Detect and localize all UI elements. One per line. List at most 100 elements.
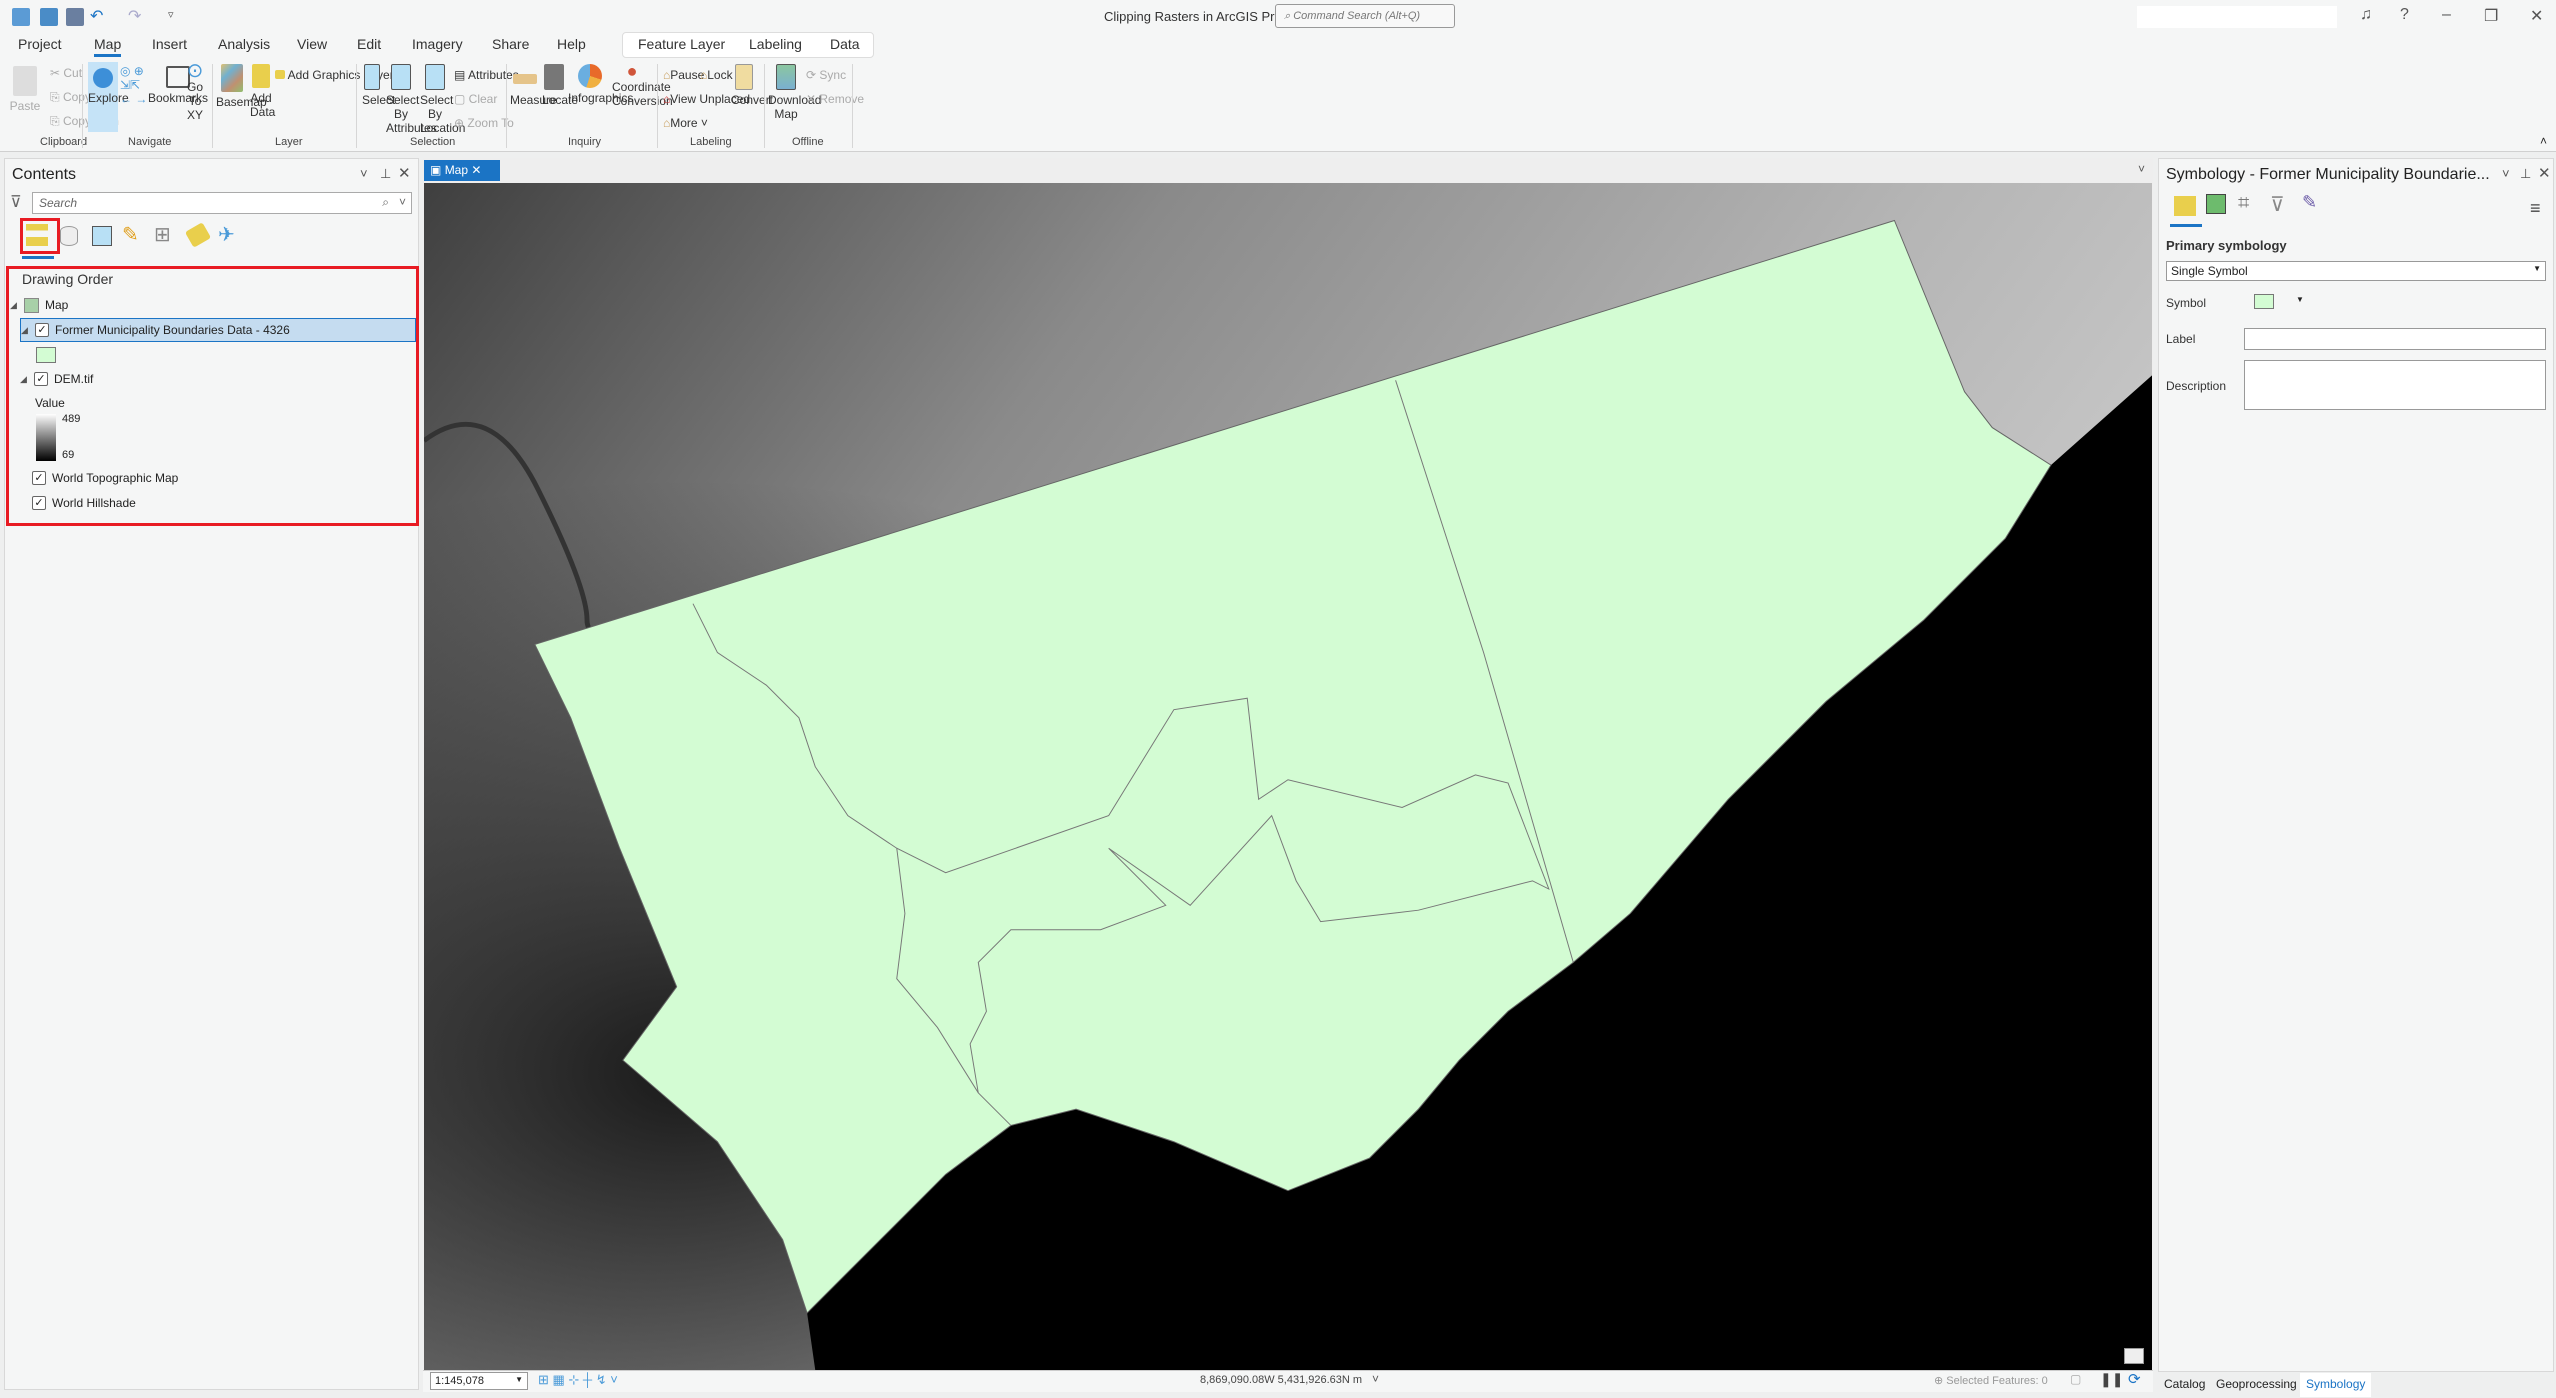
clear-selection-icon[interactable]: ▢ <box>2070 1372 2081 1386</box>
tab-project[interactable]: Project <box>18 36 62 52</box>
display-filters-icon[interactable]: ✎ <box>2302 192 2317 213</box>
vary-symbology-icon[interactable] <box>2206 194 2226 214</box>
command-search-input[interactable]: ⌕ Command Search (Alt+Q) <box>1275 4 1455 28</box>
paste-button[interactable]: Paste <box>8 66 42 113</box>
expand-icon[interactable]: ◢ <box>21 325 35 336</box>
minimize-icon[interactable]: – <box>2442 6 2451 24</box>
tab-map[interactable]: Map <box>94 36 122 57</box>
tab-share[interactable]: Share <box>492 36 529 52</box>
notification-icon[interactable]: ♫ <box>2360 6 2372 24</box>
toc-layer-dem[interactable]: ◢ ✓ DEM.tif <box>20 368 93 390</box>
tab-map-view[interactable]: ▣ Map ✕ <box>424 160 500 181</box>
go-to-xy-button[interactable]: ⊙ Go To XY <box>184 61 206 122</box>
symbol-layer-drawing-icon[interactable]: ⌗ <box>2238 192 2249 215</box>
label-input[interactable] <box>2244 328 2546 350</box>
tab-geoprocessing[interactable]: Geoprocessing <box>2216 1377 2297 1391</box>
measure-button[interactable]: Measure <box>510 64 557 107</box>
list-by-snapping-icon[interactable]: ⊞ <box>154 222 171 247</box>
cut-button[interactable]: ✂ Cut <box>50 66 82 80</box>
restore-icon[interactable]: ❐ <box>2484 6 2498 26</box>
selected-features-count[interactable]: ⊕ Selected Features: 0 <box>1934 1374 2048 1387</box>
zoom-to-button[interactable]: ⊕ Zoom To <box>454 116 514 130</box>
collapse-ribbon-icon[interactable]: ˄ <box>2540 134 2547 148</box>
toc-layer-topographic[interactable]: ✓ World Topographic Map <box>32 467 178 489</box>
pause-labeling-button[interactable]: ⌂Pause <box>663 68 704 82</box>
tab-labeling[interactable]: Labeling <box>749 36 802 52</box>
layer-checkbox[interactable]: ✓ <box>35 323 49 337</box>
locate-button[interactable]: Locate <box>542 64 578 107</box>
contents-search-input[interactable]: Search ⌕ ˅ <box>32 192 412 214</box>
convert-button[interactable]: Convert <box>731 64 773 107</box>
undo-icon[interactable]: ↶ <box>90 6 103 26</box>
symbol-dropdown-icon[interactable]: ▼ <box>2296 295 2304 304</box>
close-window-icon[interactable]: ✕ <box>2530 6 2543 26</box>
pause-drawing-icon[interactable]: ❚❚ <box>2100 1371 2123 1388</box>
polygon-symbol-swatch[interactable] <box>36 347 56 363</box>
expand-icon[interactable]: ◢ <box>10 300 24 311</box>
pin-icon[interactable]: ⊥ <box>2520 166 2531 182</box>
clear-button[interactable]: ▢ Clear <box>454 92 497 106</box>
close-pane-icon[interactable]: ✕ <box>398 164 411 182</box>
views-dropdown-icon[interactable]: ˅ <box>2138 162 2145 176</box>
remove-button[interactable]: ✕ Remove <box>806 92 864 106</box>
select-by-attributes-button[interactable]: Select By Attributes <box>386 64 437 135</box>
select-by-location-button[interactable]: Select By Location <box>420 64 465 135</box>
primary-symbology-icon[interactable] <box>2174 196 2196 216</box>
lock-labeling-button[interactable]: ⌂Lock <box>700 68 733 82</box>
copy-button[interactable]: ⎘ Copy <box>50 90 91 104</box>
navigate-tools-icon[interactable]: ◎ ⊕ ⇲⇱ ← → <box>120 64 147 106</box>
pane-options-icon[interactable]: ˅ <box>2502 166 2510 181</box>
tab-imagery[interactable]: Imagery <box>412 36 463 52</box>
add-data-button[interactable]: Add Data <box>250 64 275 119</box>
map-canvas[interactable] <box>424 183 2152 1370</box>
coordinate-conversion-button[interactable]: ● Coordinate Conversion <box>612 62 673 108</box>
tab-edit[interactable]: Edit <box>357 36 381 52</box>
attributes-button[interactable]: ▤ Attributes <box>454 68 519 82</box>
symbology-method-select[interactable]: Single Symbol ▼ <box>2166 261 2546 281</box>
list-by-perspective-imagery-icon[interactable]: ✈ <box>218 222 235 247</box>
expand-icon[interactable]: ◢ <box>20 374 34 385</box>
tab-view[interactable]: View <box>297 36 327 52</box>
filter-icon[interactable]: ⊽ <box>2270 192 2285 217</box>
coordinate-format-dropdown-icon[interactable]: ˅ <box>1372 1372 1379 1386</box>
list-by-data-source-icon[interactable] <box>60 226 78 246</box>
tab-help[interactable]: Help <box>557 36 586 52</box>
select-button[interactable]: Select <box>362 64 395 107</box>
pane-options-icon[interactable]: ˅ <box>360 166 368 181</box>
symbol-swatch[interactable] <box>2254 294 2274 309</box>
scale-selector[interactable]: 1:145,078 ▼ <box>430 1372 528 1390</box>
toc-layer-municipality[interactable]: ◢ ✓ Former Municipality Boundaries Data - … <box>20 318 416 342</box>
tab-insert[interactable]: Insert <box>152 36 187 52</box>
layer-checkbox[interactable]: ✓ <box>34 372 48 386</box>
toc-layer-hillshade[interactable]: ✓ World Hillshade <box>32 492 136 514</box>
customize-icon[interactable]: ▿ <box>168 8 174 21</box>
list-by-selection-icon[interactable] <box>92 226 112 246</box>
infographics-button[interactable]: Infographics <box>568 64 633 105</box>
tab-feature-layer[interactable]: Feature Layer <box>638 36 725 52</box>
sync-button[interactable]: ⟳ Sync <box>806 68 846 82</box>
tab-symbology[interactable]: Symbology <box>2300 1373 2372 1397</box>
description-input[interactable] <box>2244 360 2546 410</box>
user-account[interactable] <box>2137 6 2337 28</box>
basemap-button[interactable]: Basemap <box>216 64 267 109</box>
filter-icon[interactable]: ⊽ <box>10 192 22 212</box>
layer-checkbox[interactable]: ✓ <box>32 496 46 510</box>
close-pane-icon[interactable]: ✕ <box>2538 164 2551 182</box>
redo-icon[interactable]: ↷ <box>128 6 141 26</box>
tab-analysis[interactable]: Analysis <box>218 36 270 52</box>
menu-icon[interactable]: ≡ <box>2530 198 2541 219</box>
map-tools-icons[interactable]: ⊞ ▦ ⊹ ┼ ↯ ˅ <box>538 1372 618 1388</box>
help-icon[interactable]: ? <box>2400 6 2409 24</box>
toc-map[interactable]: ◢ Map <box>10 294 68 316</box>
tab-data[interactable]: Data <box>830 36 860 52</box>
refresh-icon[interactable]: ⟳ <box>2128 1370 2141 1388</box>
download-map-button[interactable]: Download Map <box>768 64 821 121</box>
list-by-editing-icon[interactable]: ✎ <box>122 222 139 247</box>
close-tab-icon[interactable]: ✕ <box>471 163 481 177</box>
map-notes-icon[interactable] <box>2124 1348 2144 1364</box>
tab-catalog[interactable]: Catalog <box>2164 1377 2205 1391</box>
pin-icon[interactable]: ⊥ <box>380 166 391 182</box>
new-project-icon[interactable] <box>12 8 30 26</box>
layer-checkbox[interactable]: ✓ <box>32 471 46 485</box>
save-icon[interactable] <box>66 8 84 26</box>
